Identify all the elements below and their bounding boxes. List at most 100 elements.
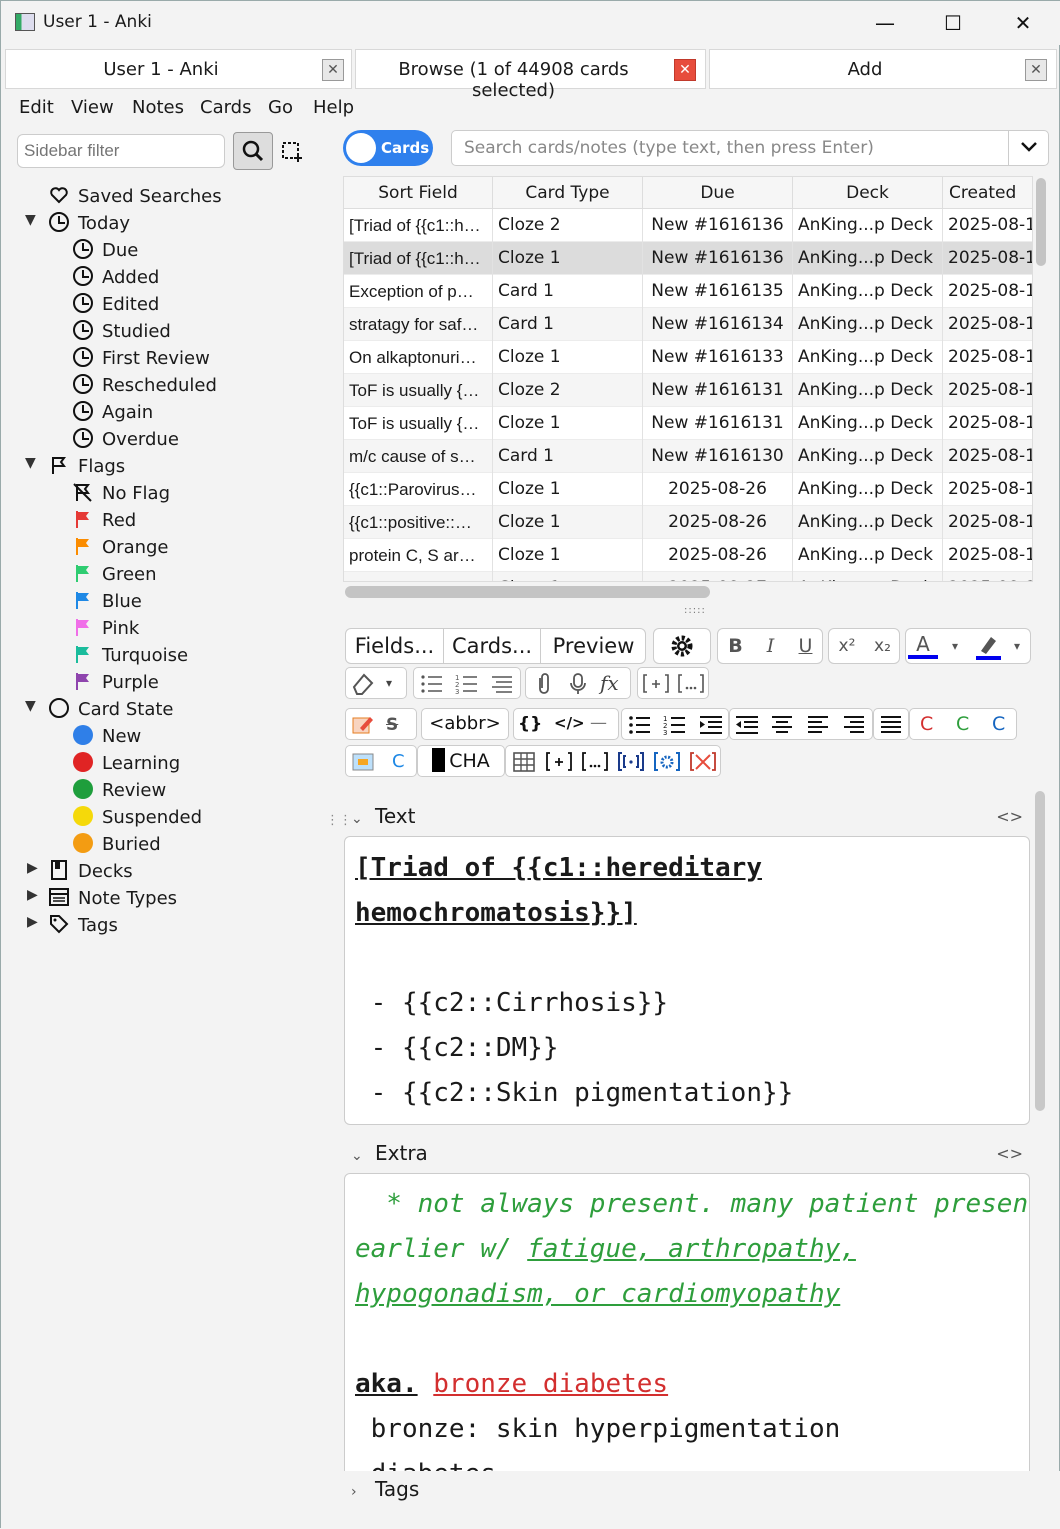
table-row[interactable]: {{c1::Parovirus… Cloze 1 2025-08-26 AnKing.… (344, 473, 1032, 506)
sidebar-item-decks[interactable]: ▶ Decks (27, 860, 133, 886)
justify-button[interactable] (873, 708, 909, 740)
preview-button[interactable]: Preview (541, 629, 646, 663)
nested-cloze-icon[interactable] (618, 750, 644, 774)
menu-help[interactable]: Help (313, 97, 354, 118)
outdent-icon[interactable] (734, 714, 760, 736)
image-occlusion-icon[interactable] (350, 750, 376, 774)
select-tool-icon[interactable] (281, 141, 303, 163)
table-row[interactable]: On alkaptonuri… Cloze 1 New #1616133 AnKing… (344, 341, 1032, 374)
chevron-down-icon[interactable]: ▼ (25, 698, 36, 714)
sidebar-item-flags[interactable]: ▼ Flags (25, 455, 125, 481)
align-left-icon[interactable] (806, 714, 830, 736)
chevron-down-icon[interactable]: ▼ (25, 212, 36, 228)
close-window-button[interactable]: ✕ (1001, 9, 1045, 37)
sidebar-item-card-state[interactable]: ▼ Card State (25, 698, 173, 724)
search-input[interactable]: Search cards/notes (type text, then pres… (451, 130, 1049, 166)
sidebar-item-studied[interactable]: Studied (73, 320, 171, 346)
tab-close-icon[interactable]: ✕ (674, 59, 696, 81)
tags-header[interactable]: › Tags (351, 1477, 419, 1501)
chevron-down-icon[interactable]: ⌄ (351, 1148, 375, 1164)
table-icon[interactable] (512, 751, 536, 773)
html-editor-toggle-icon[interactable]: <> (996, 807, 1023, 826)
italic-button[interactable]: I (753, 629, 788, 663)
remove-cloze-icon[interactable] (690, 750, 716, 774)
sidebar-item-state-review[interactable]: Review (73, 779, 166, 805)
subscript-button[interactable]: x₂ (865, 629, 900, 663)
table-row[interactable]: [visualize] C…Cloze 12025-08-27AnKing...… (344, 572, 1032, 581)
chevron-down-icon[interactable]: ▾ (944, 629, 966, 663)
tab-browse[interactable]: Browse (1 of 44908 cards selected) ✕ (355, 49, 706, 101)
align-icon[interactable] (490, 673, 514, 695)
edit-field-icon[interactable] (350, 713, 376, 737)
sidebar-item-flag-pink[interactable]: Pink (73, 617, 139, 643)
sidebar-item-added[interactable]: Added (73, 266, 159, 292)
cloze-blue-button[interactable]: C (992, 709, 1005, 739)
cloze-add-icon[interactable] (546, 750, 572, 774)
bullet-list-icon[interactable] (420, 673, 444, 695)
cloze-green-button[interactable]: C (956, 709, 969, 739)
numbered-list-icon[interactable]: 123 (663, 714, 687, 736)
sidebar-item-flag-red[interactable]: Red (73, 509, 136, 535)
chevron-down-icon[interactable]: ⌄ (351, 811, 375, 827)
sidebar-item-due[interactable]: Due (73, 239, 138, 265)
chevron-down-icon[interactable] (1008, 131, 1048, 165)
bullet-list-icon[interactable] (628, 714, 652, 736)
options-button[interactable] (653, 628, 711, 664)
sidebar-item-saved-searches[interactable]: Saved Searches (49, 185, 222, 211)
sidebar-item-no-flag[interactable]: No Flag (73, 482, 170, 508)
sidebar-splitter-handle[interactable]: ⋮⋮ (326, 813, 352, 828)
column-header-deck[interactable]: Deck (793, 177, 943, 209)
menu-view[interactable]: View (71, 97, 114, 118)
strikethrough-icon[interactable]: S (386, 710, 398, 740)
splitter-grip-icon[interactable]: ::::: (684, 605, 706, 616)
table-row[interactable]: {{c1::positive::… Cloze 1 2025-08-26 AnKing… (344, 506, 1032, 539)
abbr-button[interactable]: <abbr> (421, 708, 509, 740)
minimize-button[interactable]: — (863, 9, 907, 37)
sidebar-item-state-suspended[interactable]: Suspended (73, 806, 202, 832)
scrollbar-thumb[interactable] (1035, 791, 1045, 1111)
sidebar-item-edited[interactable]: Edited (73, 293, 159, 319)
chevron-down-icon[interactable]: ▼ (25, 455, 36, 471)
sidebar-item-flag-turquoise[interactable]: Turquoise (73, 644, 188, 670)
cloze-add-icon[interactable] (643, 672, 669, 696)
sidebar-filter-input[interactable] (17, 134, 225, 168)
editor-vertical-scrollbar[interactable] (1034, 791, 1046, 1111)
sidebar-item-today[interactable]: ▼ Today (25, 212, 130, 238)
cloze-icon[interactable] (678, 672, 704, 696)
text-field-editor[interactable]: [Triad of {{c1::hereditary hemochromatos… (344, 836, 1030, 1125)
chevron-down-icon[interactable]: ▾ (386, 668, 392, 698)
html-editor-toggle-icon[interactable]: <> (996, 1144, 1023, 1163)
menu-notes[interactable]: Notes (132, 97, 184, 118)
table-row[interactable]: stratagy for saf… Card 1 New #1616134 AnKin… (344, 308, 1032, 341)
tab-close-icon[interactable]: ✕ (1025, 59, 1047, 81)
numbered-list-icon[interactable]: 123 (455, 673, 479, 695)
table-horizontal-scrollbar[interactable] (343, 584, 1033, 598)
underline-button[interactable]: U (788, 629, 823, 663)
cloze-button[interactable]: C (392, 747, 405, 777)
chevron-right-icon[interactable]: ▶ (27, 860, 38, 876)
table-row[interactable]: m/c cause of s… Card 1 New #1616130 AnKing.… (344, 440, 1032, 473)
sidebar-item-state-learning[interactable]: Learning (73, 752, 180, 778)
superscript-button[interactable]: x² (829, 629, 865, 663)
table-row[interactable]: ToF is usually {… Cloze 1 New #1616131 AnKi… (344, 407, 1032, 440)
menu-go[interactable]: Go (268, 97, 293, 118)
html-code-icon[interactable]: </> (554, 708, 585, 738)
highlight-color-button[interactable] (970, 629, 1006, 663)
cloze-icon[interactable] (582, 750, 608, 774)
column-header-due[interactable]: Due (643, 177, 793, 209)
scrollbar-thumb[interactable] (1036, 178, 1046, 266)
bold-button[interactable]: B (718, 629, 753, 663)
scrollbar-thumb[interactable] (345, 586, 710, 598)
tab-main-window[interactable]: User 1 - Anki ✕ (5, 49, 352, 89)
cards-button[interactable]: Cards... (444, 629, 541, 663)
cha-button[interactable]: CHA (417, 745, 505, 777)
table-row[interactable]: [Triad of {{c1::h… Cloze 2 New #1616136 AnK… (344, 209, 1032, 242)
align-center-icon[interactable] (770, 714, 794, 736)
align-right-icon[interactable] (842, 714, 866, 736)
extra-field-editor[interactable]: * not always present. many patient prese… (344, 1173, 1030, 1473)
extra-field-header[interactable]: ⌄ Extra (351, 1141, 428, 1165)
eraser-icon[interactable] (350, 671, 376, 697)
chevron-right-icon[interactable]: ▶ (27, 887, 38, 903)
braces-icon[interactable]: {} (518, 709, 542, 739)
sidebar-item-flag-orange[interactable]: Orange (73, 536, 169, 562)
